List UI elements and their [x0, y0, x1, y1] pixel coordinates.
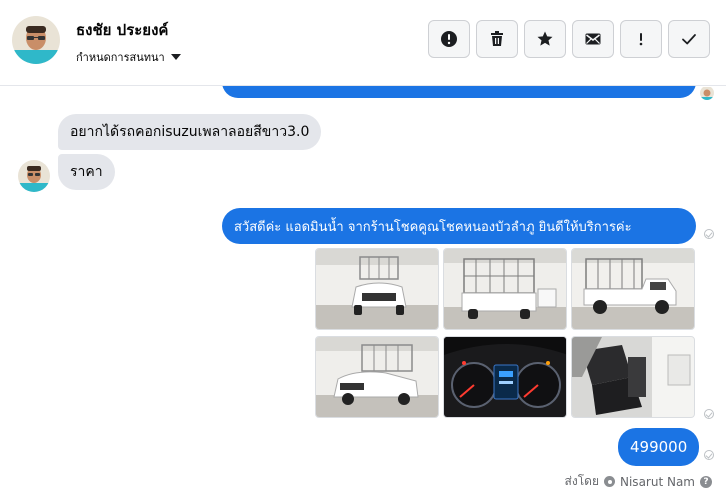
sent-status-icon — [704, 450, 714, 460]
sent-by-label: ส่งโดย — [564, 474, 599, 488]
help-icon[interactable]: ? — [700, 475, 712, 488]
incoming-message[interactable]: ราคา — [58, 154, 115, 190]
sent-status-icon — [704, 409, 714, 419]
conversation-settings-label: กำหนดการสนทนา — [76, 51, 165, 64]
sent-status-icon — [704, 229, 714, 239]
seen-avatar — [700, 86, 714, 100]
message-thread: อยากได้รถคอกisuzuเพลาลอยสีขาว3.0 ราคา สว… — [0, 86, 726, 501]
exclamation-icon — [632, 30, 650, 48]
white-pickup-rear-cage-photo[interactable] — [443, 248, 567, 330]
contact-avatar[interactable] — [12, 16, 60, 64]
caret-down-icon — [170, 54, 181, 60]
conversation-header: ธงชัย ประยงค์ กำหนดการสนทนา — [0, 0, 726, 86]
outgoing-message[interactable]: 499000 — [618, 428, 700, 466]
interior-seats-photo[interactable] — [571, 336, 695, 418]
mail-button[interactable] — [572, 20, 614, 58]
spam-button[interactable] — [620, 20, 662, 58]
dashboard-gauges-photo[interactable] — [443, 336, 567, 418]
star-icon — [536, 30, 554, 48]
white-pickup-front-angle-photo[interactable] — [315, 336, 439, 418]
sender-avatar — [18, 160, 50, 192]
gear-icon — [604, 476, 615, 487]
envelope-icon — [584, 30, 602, 48]
delete-button[interactable] — [476, 20, 518, 58]
star-button[interactable] — [524, 20, 566, 58]
report-button[interactable] — [428, 20, 470, 58]
white-pickup-side-cage-photo[interactable] — [571, 248, 695, 330]
white-pickup-front-cage-photo[interactable] — [315, 248, 439, 330]
checkmark-icon — [680, 30, 698, 48]
incoming-message[interactable]: อยากได้รถคอกisuzuเพลาลอยสีขาว3.0 — [58, 114, 322, 150]
done-button[interactable] — [668, 20, 710, 58]
action-toolbar — [428, 20, 710, 58]
trash-icon — [488, 30, 506, 48]
sent-by-footer: ส่งโดย Nisarut Nam ? — [565, 472, 712, 491]
contact-name[interactable]: ธงชัย ประยงค์ — [76, 18, 168, 42]
conversation-settings-dropdown[interactable]: กำหนดการสนทนา — [76, 48, 181, 66]
previous-outgoing-message[interactable] — [222, 86, 696, 98]
outgoing-message[interactable]: สวัสดีค่ะ แอดมินน้ำ จากร้านโชคคูณโชคหนอง… — [222, 208, 696, 244]
exclamation-circle-icon — [440, 30, 458, 48]
sender-name: Nisarut Nam — [620, 474, 695, 489]
